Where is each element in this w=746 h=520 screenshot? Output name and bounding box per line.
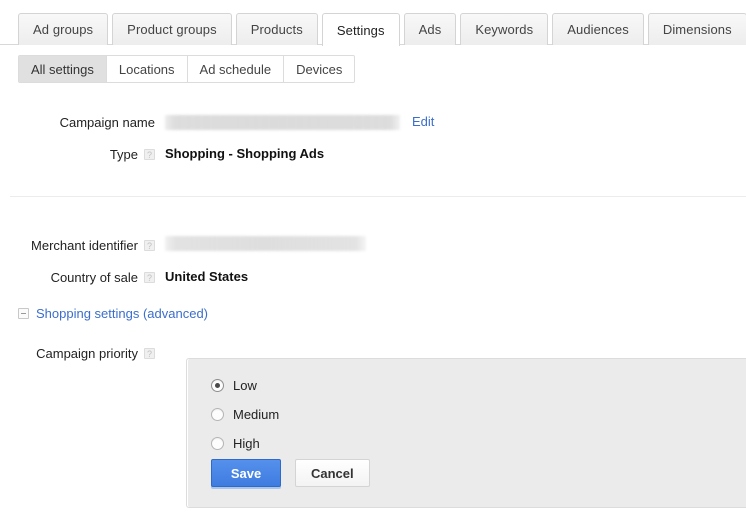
campaign-priority-label: Campaign priority? <box>0 344 155 362</box>
row-type: Type? Shopping - Shopping Ads <box>0 145 746 163</box>
redacted-merchant-identifier <box>165 236 366 251</box>
secondary-tab-list: All settings Locations Ad schedule Devic… <box>18 55 356 83</box>
tab-label: Products <box>250 22 303 37</box>
tab-label: Ad groups <box>33 22 94 37</box>
merchant-identifier-label: Merchant identifier? <box>0 236 155 254</box>
tab-audiences[interactable]: Audiences <box>552 13 644 45</box>
minus-box-icon[interactable] <box>18 308 29 319</box>
tab-ad-groups[interactable]: Ad groups <box>18 13 109 45</box>
primary-tab-bar: Ad groups Product groups Products Settin… <box>0 0 746 46</box>
tab-keywords[interactable]: Keywords <box>460 13 549 45</box>
help-icon-type[interactable]: ? <box>144 149 155 160</box>
redacted-campaign-name <box>165 114 400 130</box>
label-text: Type <box>109 147 138 162</box>
help-icon-merchant-identifier[interactable]: ? <box>144 240 155 251</box>
cancel-button[interactable]: Cancel <box>295 459 370 487</box>
save-button[interactable]: Save <box>211 459 281 487</box>
subtab-locations[interactable]: Locations <box>106 56 188 82</box>
subtab-label: Ad schedule <box>199 61 272 77</box>
label-text: Campaign priority <box>36 346 138 361</box>
secondary-tab-bar: All settings Locations Ad schedule Devic… <box>0 45 746 83</box>
tab-label: Audiences <box>567 22 629 37</box>
shopping-settings-link[interactable]: Shopping settings (advanced) <box>36 306 208 321</box>
radio-option-medium[interactable]: Medium <box>211 400 279 429</box>
help-icon-campaign-priority[interactable]: ? <box>144 348 155 359</box>
help-icon-country-of-sale[interactable]: ? <box>144 272 155 283</box>
subtab-devices[interactable]: Devices <box>284 56 355 82</box>
row-merchant-identifier: Merchant identifier? <box>0 236 746 254</box>
subtab-ad-schedule[interactable]: Ad schedule <box>187 56 285 82</box>
tab-label: Product groups <box>127 22 217 37</box>
tab-dimensions[interactable]: Dimensions <box>647 13 746 45</box>
label-text: Country of sale <box>50 270 138 285</box>
radio-button-icon[interactable] <box>211 437 224 450</box>
campaign-name-value: Edit <box>165 113 434 131</box>
radio-option-low[interactable]: Low <box>211 371 279 400</box>
country-of-sale-value: United States <box>165 269 249 284</box>
type-label: Type? <box>0 145 155 163</box>
label-text: Merchant identifier <box>31 238 138 253</box>
subtab-label: Devices <box>296 61 343 77</box>
tab-label: Settings <box>336 22 385 38</box>
type-value: Shopping - Shopping Ads <box>165 146 325 161</box>
tab-product-groups[interactable]: Product groups <box>112 13 232 45</box>
subtab-label: Locations <box>118 61 175 77</box>
row-campaign-name: Campaign name Edit <box>0 113 746 131</box>
tab-label: Dimensions <box>662 22 732 37</box>
campaign-name-label: Campaign name <box>0 113 155 131</box>
edit-campaign-name-link[interactable]: Edit <box>412 113 434 131</box>
tab-products[interactable]: Products <box>235 13 318 45</box>
country-of-sale-label: Country of sale? <box>0 268 155 286</box>
tab-label: Keywords <box>475 22 534 37</box>
row-country-of-sale: Country of sale? United States <box>0 268 746 286</box>
subtab-all-settings[interactable]: All settings <box>19 56 107 82</box>
panel-action-buttons: Save Cancel <box>211 459 370 487</box>
radio-label: High <box>233 436 260 451</box>
tab-ads[interactable]: Ads <box>403 13 457 45</box>
tab-settings[interactable]: Settings <box>321 13 400 46</box>
radio-label: Medium <box>233 407 280 422</box>
primary-tab-list: Ad groups Product groups Products Settin… <box>18 13 746 46</box>
campaign-priority-panel: Low Medium High Save Cancel <box>186 358 746 508</box>
subtab-label: All settings <box>31 61 94 77</box>
radio-button-icon[interactable] <box>211 408 224 421</box>
radio-label: Low <box>233 378 257 393</box>
section-divider <box>10 196 746 197</box>
shopping-settings-toggle[interactable]: Shopping settings (advanced) <box>18 306 208 321</box>
label-text: Campaign name <box>59 115 155 130</box>
radio-button-icon[interactable] <box>211 379 224 392</box>
tab-label: Ads <box>418 22 442 37</box>
merchant-identifier-value <box>165 236 366 251</box>
radio-option-high[interactable]: High <box>211 429 279 458</box>
campaign-priority-radio-group: Low Medium High <box>211 371 279 458</box>
